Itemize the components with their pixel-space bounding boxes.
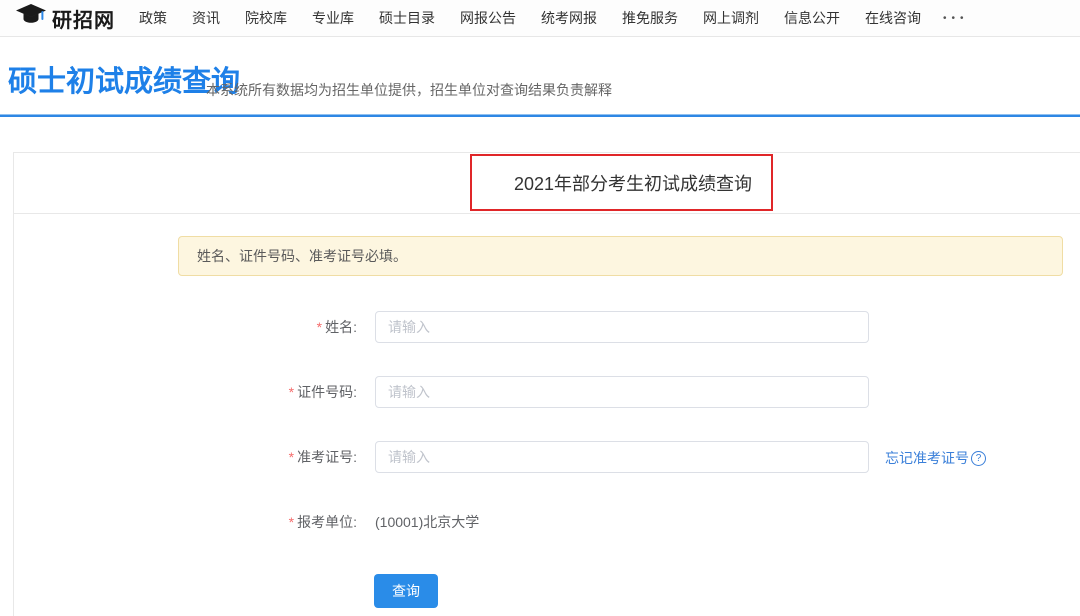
required-asterisk: *	[317, 319, 322, 335]
nav-item-unified-exam-report[interactable]: 统考网报	[541, 8, 597, 28]
panel-title: 2021年部分考生初试成绩查询	[514, 170, 752, 196]
institution-value: (10001)北京大学	[375, 506, 479, 538]
forgot-ticket-link[interactable]: 忘记准考证号 ?	[885, 448, 986, 468]
notice-text: 姓名、证件号码、准考证号必填。	[197, 246, 407, 266]
top-nav: 研招网 政策 资讯 院校库 专业库 硕士目录 网报公告 统考网报 推免服务 网上…	[0, 0, 1080, 37]
nav-item-policy[interactable]: 政策	[139, 8, 167, 28]
name-label: *姓名:	[180, 311, 357, 343]
nav-item-online-consult[interactable]: 在线咨询	[865, 8, 921, 28]
nav-item-master-catalog[interactable]: 硕士目录	[379, 8, 435, 28]
help-question-icon[interactable]: ?	[971, 451, 986, 466]
header-divider	[0, 114, 1080, 117]
institution-label: *报考单位:	[180, 506, 357, 538]
page-subtitle: 本系统所有数据均为招生单位提供，招生单位对查询结果负责解释	[206, 80, 612, 100]
nav-item-info-disclosure[interactable]: 信息公开	[784, 8, 840, 28]
nav-item-exempt-service[interactable]: 推免服务	[622, 8, 678, 28]
nav-item-news[interactable]: 资讯	[192, 8, 220, 28]
nav-item-online-report-notice[interactable]: 网报公告	[460, 8, 516, 28]
required-fields-notice: 姓名、证件号码、准考证号必填。	[178, 236, 1063, 276]
ticket-number-label: *准考证号:	[180, 441, 357, 473]
nav-menu: 政策 资讯 院校库 专业库 硕士目录 网报公告 统考网报 推免服务 网上调剂 信…	[139, 8, 921, 28]
nav-item-college-library[interactable]: 院校库	[245, 8, 287, 28]
id-number-label: *证件号码:	[180, 376, 357, 408]
id-number-input[interactable]	[375, 376, 869, 408]
ticket-number-input[interactable]	[375, 441, 869, 473]
required-asterisk: *	[289, 449, 294, 465]
site-logo-text: 研招网	[52, 4, 115, 33]
required-asterisk: *	[289, 514, 294, 530]
graduation-cap-icon	[16, 4, 46, 32]
required-asterisk: *	[289, 384, 294, 400]
page: 研招网 政策 资讯 院校库 专业库 硕士目录 网报公告 统考网报 推免服务 网上…	[0, 0, 1080, 616]
panel-title-row: 2021年部分考生初试成绩查询	[14, 153, 1080, 214]
nav-item-online-adjustment[interactable]: 网上调剂	[703, 8, 759, 28]
nav-item-major-library[interactable]: 专业库	[312, 8, 354, 28]
query-button[interactable]: 查询	[374, 574, 438, 608]
site-logo[interactable]: 研招网	[16, 4, 115, 33]
nav-more-dots[interactable]: •••	[943, 13, 969, 24]
name-input[interactable]	[375, 311, 869, 343]
